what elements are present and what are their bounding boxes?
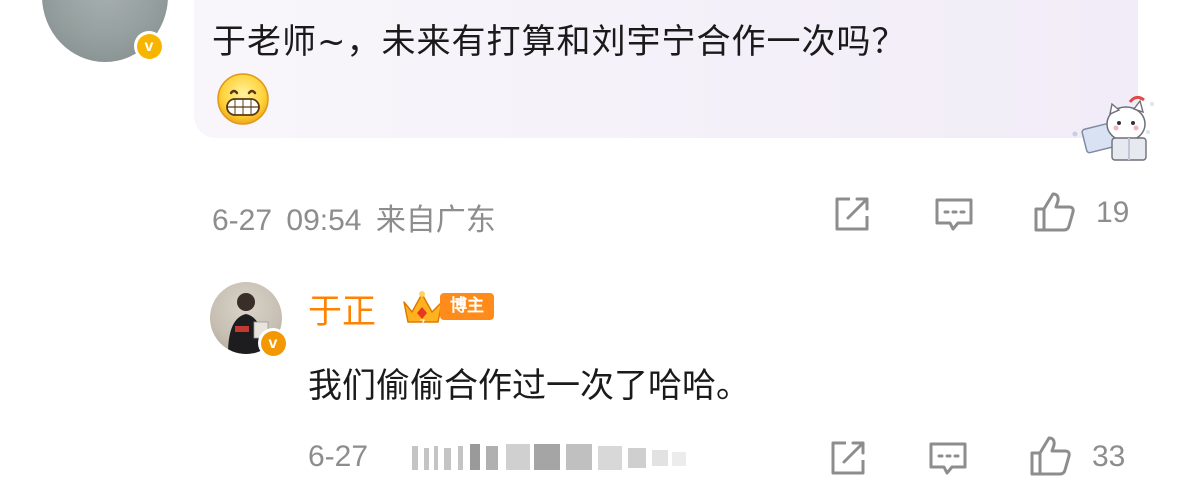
comment-date: 6-27 <box>212 204 273 237</box>
grinning-face-emoji-icon <box>217 73 269 125</box>
thumbs-up-icon[interactable] <box>1032 190 1076 234</box>
reply-text: 我们偷偷合作过一次了哈哈。 <box>308 366 750 406</box>
reply-meta: 6-27 <box>308 440 368 474</box>
verified-badge-icon: v <box>258 328 288 358</box>
share-icon[interactable] <box>830 192 874 236</box>
obscured-text-watermark <box>412 444 686 470</box>
verified-badge-icon: v <box>134 31 164 61</box>
blogger-badge: 7 博主 <box>400 288 496 328</box>
reply-author-name[interactable]: 于正 <box>308 284 376 333</box>
thumbs-up-icon[interactable] <box>1028 434 1072 478</box>
comment-icon[interactable] <box>932 192 976 236</box>
share-icon[interactable] <box>826 436 870 480</box>
like-count: 33 <box>1092 440 1126 473</box>
like-count: 19 <box>1096 196 1130 229</box>
cat-sticker-icon <box>1072 95 1154 161</box>
comment-text: 于老师~，未来有打算和刘宇宁合作一次吗？ <box>212 22 907 62</box>
comment-time: 09:54 <box>286 204 362 237</box>
comment-location: 来自广东 <box>375 204 496 237</box>
comment-meta: 6-27 09:54 来自广东 <box>212 195 496 239</box>
reply-date: 6-27 <box>308 440 369 473</box>
svg-text:7: 7 <box>420 318 425 328</box>
comment-icon[interactable] <box>926 436 970 480</box>
blogger-badge-label: 博主 <box>440 293 494 320</box>
